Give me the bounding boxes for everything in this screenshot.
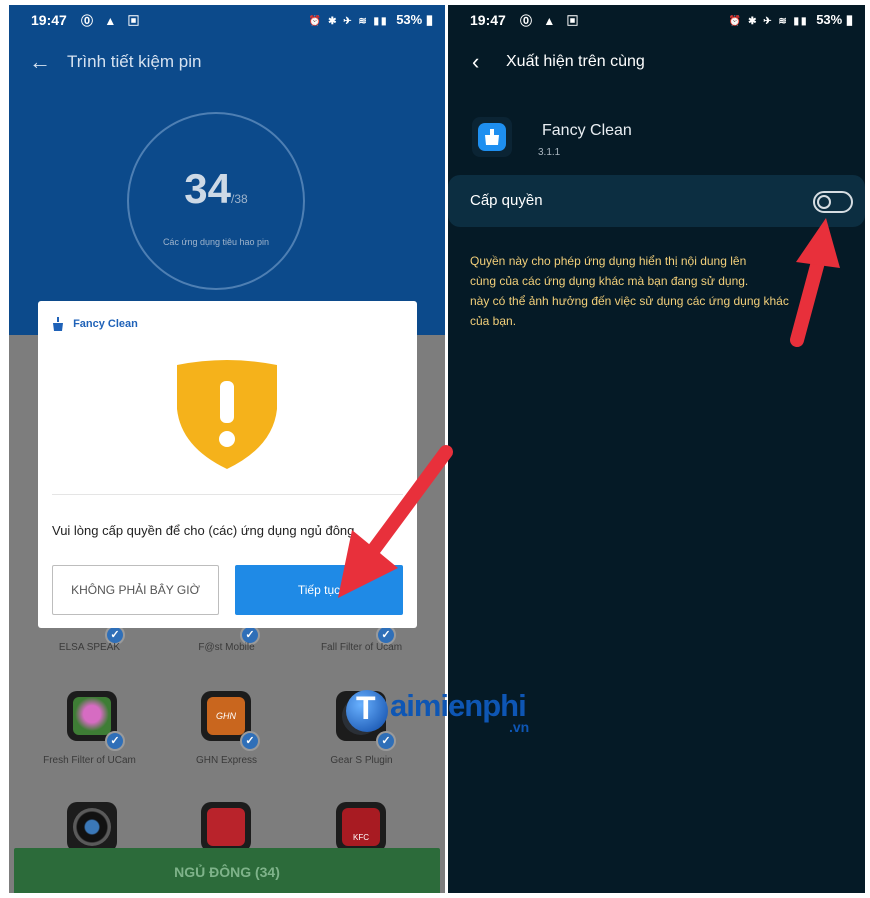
watermark-brand: aimienphi — [390, 688, 527, 723]
red-arrow-to-toggle — [790, 218, 840, 347]
watermark-domain: .vn — [509, 719, 530, 735]
screenshot-stage: 19:47 ⓪ ▲ ▣ ⏰ ✱ ✈ ≋ ▮▮ 53% ▮ ← Trình tiế… — [0, 0, 870, 898]
watermark-initial: T — [356, 690, 376, 726]
red-arrow-to-continue — [338, 445, 453, 598]
site-watermark: T aimienphi .vn — [346, 688, 556, 740]
annotation-arrows — [338, 218, 840, 598]
